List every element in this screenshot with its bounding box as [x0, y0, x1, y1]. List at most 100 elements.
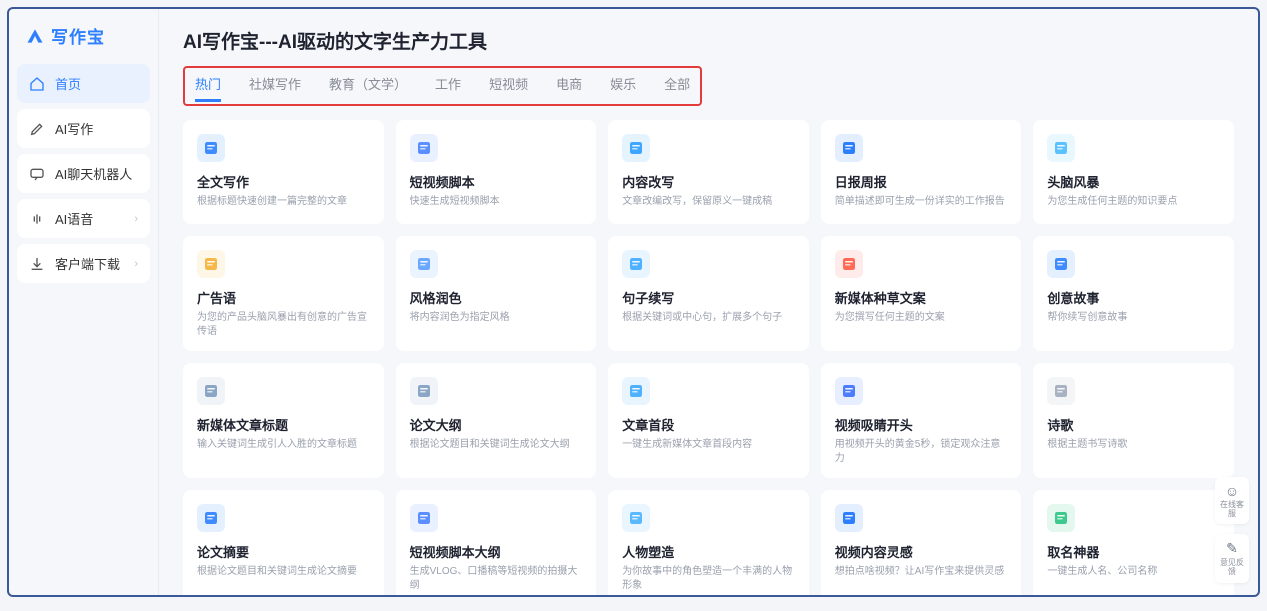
- template-card[interactable]: 新媒体文章标题输入关键词生成引人入胜的文章标题: [183, 363, 384, 478]
- template-card[interactable]: 短视频脚本大纲生成VLOG、口播稿等短视频的拍摄大纲: [396, 490, 597, 595]
- template-desc: 为你故事中的角色塑造一个丰满的人物形象: [622, 565, 795, 593]
- template-card[interactable]: 风格润色将内容润色为指定风格: [396, 236, 597, 351]
- sidebar-item-download[interactable]: 客户端下载 ›: [17, 244, 150, 283]
- template-icon: [197, 377, 225, 405]
- floating-tools: ☺ 在线客服 ✎ 意见反馈: [1215, 477, 1249, 583]
- template-card[interactable]: 视频内容灵感想拍点啥视频？让AI写作宝来提供灵感: [821, 490, 1022, 595]
- template-title: 人物塑造: [622, 542, 795, 561]
- template-title: 视频内容灵感: [835, 542, 1008, 561]
- template-card[interactable]: 人物塑造为你故事中的角色塑造一个丰满的人物形象: [608, 490, 809, 595]
- template-desc: 根据标题快速创建一篇完整的文章: [197, 195, 370, 209]
- template-desc: 根据论文题目和关键词生成论文摘要: [197, 565, 370, 579]
- brand-name: 写作宝: [51, 23, 105, 48]
- pencil-icon: [29, 121, 45, 137]
- template-title: 全文写作: [197, 172, 370, 191]
- template-title: 短视频脚本: [410, 172, 583, 191]
- tab-social[interactable]: 社媒写作: [249, 74, 301, 102]
- template-icon: [835, 504, 863, 532]
- template-icon: [410, 250, 438, 278]
- feedback-button[interactable]: ✎ 意见反馈: [1215, 534, 1249, 583]
- template-desc: 根据主题书写诗歌: [1047, 438, 1220, 452]
- template-desc: 帮你续写创意故事: [1047, 311, 1220, 325]
- template-title: 新媒体文章标题: [197, 415, 370, 434]
- template-title: 视频吸睛开头: [835, 415, 1008, 434]
- chat-icon: [29, 166, 45, 182]
- template-icon: [1047, 377, 1075, 405]
- template-desc: 为您的产品头脑风暴出有创意的广告宣传语: [197, 311, 370, 339]
- template-desc: 将内容润色为指定风格: [410, 311, 583, 325]
- template-card[interactable]: 全文写作根据标题快速创建一篇完整的文章: [183, 120, 384, 224]
- tab-short-video[interactable]: 短视频: [489, 74, 528, 102]
- template-icon: [835, 250, 863, 278]
- template-grid: 全文写作根据标题快速创建一篇完整的文章短视频脚本快速生成短视频脚本内容改写文章改…: [183, 120, 1234, 595]
- tab-hot[interactable]: 热门: [195, 74, 221, 102]
- sidebar-item-label: AI写作: [55, 119, 93, 138]
- sidebar-item-ai-writing[interactable]: AI写作: [17, 109, 150, 148]
- tab-education[interactable]: 教育（文学）: [329, 74, 407, 102]
- float-label: 意见反馈: [1217, 559, 1247, 577]
- template-card[interactable]: 头脑风暴为您生成任何主题的知识要点: [1033, 120, 1234, 224]
- tab-work[interactable]: 工作: [435, 74, 461, 102]
- customer-service-button[interactable]: ☺ 在线客服: [1215, 477, 1249, 525]
- page-title: AI写作宝---AI驱动的文字生产力工具: [183, 27, 1234, 54]
- template-desc: 一键生成新媒体文章首段内容: [622, 438, 795, 452]
- template-card[interactable]: 文章首段一键生成新媒体文章首段内容: [608, 363, 809, 478]
- template-card[interactable]: 短视频脚本快速生成短视频脚本: [396, 120, 597, 224]
- template-desc: 为您生成任何主题的知识要点: [1047, 195, 1220, 209]
- sidebar-item-ai-chatbot[interactable]: AI聊天机器人: [17, 154, 150, 193]
- template-desc: 想拍点啥视频？让AI写作宝来提供灵感: [835, 565, 1008, 579]
- template-card[interactable]: 诗歌根据主题书写诗歌: [1033, 363, 1234, 478]
- logo-icon: [25, 26, 45, 46]
- template-icon: [622, 504, 650, 532]
- float-label: 在线客服: [1217, 501, 1247, 519]
- chevron-right-icon: ›: [134, 213, 138, 225]
- template-card[interactable]: 内容改写文章改编改写，保留原义一键成稿: [608, 120, 809, 224]
- sidebar-item-home[interactable]: 首页: [17, 64, 150, 103]
- template-desc: 用视频开头的黄金5秒，锁定观众注意力: [835, 438, 1008, 466]
- template-card[interactable]: 视频吸睛开头用视频开头的黄金5秒，锁定观众注意力: [821, 363, 1022, 478]
- template-title: 取名神器: [1047, 542, 1220, 561]
- template-icon: [1047, 134, 1075, 162]
- sidebar-item-label: AI聊天机器人: [55, 164, 132, 183]
- template-desc: 根据关键词或中心句，扩展多个句子: [622, 311, 795, 325]
- template-desc: 文章改编改写，保留原义一键成稿: [622, 195, 795, 209]
- audio-icon: [29, 211, 45, 227]
- template-title: 短视频脚本大纲: [410, 542, 583, 561]
- template-icon: [835, 377, 863, 405]
- template-card[interactable]: 句子续写根据关键词或中心句，扩展多个句子: [608, 236, 809, 351]
- template-desc: 为您撰写任何主题的文案: [835, 311, 1008, 325]
- tab-ecommerce[interactable]: 电商: [556, 74, 582, 102]
- template-title: 句子续写: [622, 288, 795, 307]
- template-card[interactable]: 创意故事帮你续写创意故事: [1033, 236, 1234, 351]
- template-title: 风格润色: [410, 288, 583, 307]
- template-icon: [410, 377, 438, 405]
- template-title: 新媒体种草文案: [835, 288, 1008, 307]
- template-title: 广告语: [197, 288, 370, 307]
- template-card[interactable]: 论文大纲根据论文题目和关键词生成论文大纲: [396, 363, 597, 478]
- template-title: 日报周报: [835, 172, 1008, 191]
- template-card[interactable]: 广告语为您的产品头脑风暴出有创意的广告宣传语: [183, 236, 384, 351]
- template-card[interactable]: 取名神器一键生成人名、公司名称: [1033, 490, 1234, 595]
- template-card[interactable]: 论文摘要根据论文题目和关键词生成论文摘要: [183, 490, 384, 595]
- template-card[interactable]: 日报周报简单描述即可生成一份详实的工作报告: [821, 120, 1022, 224]
- template-icon: [410, 134, 438, 162]
- template-icon: [622, 134, 650, 162]
- download-icon: [29, 256, 45, 272]
- template-desc: 一键生成人名、公司名称: [1047, 565, 1220, 579]
- template-desc: 根据论文题目和关键词生成论文大纲: [410, 438, 583, 452]
- main-content: AI写作宝---AI驱动的文字生产力工具 热门 社媒写作 教育（文学） 工作 短…: [159, 9, 1258, 595]
- template-card[interactable]: 新媒体种草文案为您撰写任何主题的文案: [821, 236, 1022, 351]
- sidebar-item-label: AI语音: [55, 209, 93, 228]
- logo: 写作宝: [17, 17, 150, 58]
- tab-all[interactable]: 全部: [664, 74, 690, 102]
- sidebar-item-label: 客户端下载: [55, 254, 120, 273]
- category-tabs: 热门 社媒写作 教育（文学） 工作 短视频 电商 娱乐 全部: [183, 66, 702, 106]
- template-icon: [1047, 250, 1075, 278]
- template-title: 文章首段: [622, 415, 795, 434]
- template-icon: [622, 377, 650, 405]
- tab-entertainment[interactable]: 娱乐: [610, 74, 636, 102]
- template-title: 内容改写: [622, 172, 795, 191]
- sidebar-item-ai-voice[interactable]: AI语音 ›: [17, 199, 150, 238]
- template-icon: [1047, 504, 1075, 532]
- template-icon: [197, 250, 225, 278]
